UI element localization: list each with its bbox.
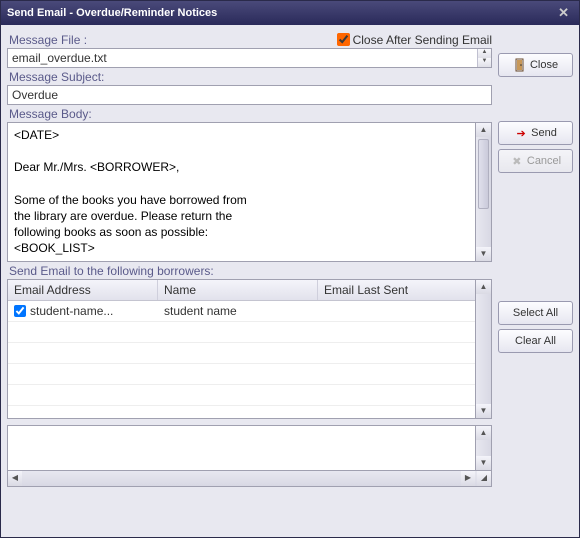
table-row (8, 385, 475, 406)
table-header: Email Address Name Email Last Sent (8, 280, 475, 301)
resize-grip-icon[interactable]: ◢ (477, 471, 491, 486)
close-after-checkbox[interactable] (337, 33, 350, 46)
scroll-down-icon[interactable]: ▼ (476, 404, 491, 418)
chevron-down-icon[interactable]: ▼ (478, 58, 491, 67)
window-title: Send Email - Overdue/Reminder Notices (7, 7, 217, 19)
message-subject-label: Message Subject: (7, 68, 492, 85)
scroll-up-icon[interactable]: ▲ (476, 280, 491, 294)
scroll-thumb[interactable] (478, 139, 489, 209)
status-scrollbar[interactable]: ▲ ▼ (476, 425, 492, 471)
message-file-combo[interactable]: ▲ ▼ (7, 48, 492, 68)
cancel-button[interactable]: ✖ Cancel (498, 149, 573, 173)
row-checkbox[interactable] (14, 305, 26, 317)
col-last[interactable]: Email Last Sent (318, 280, 475, 300)
titlebar: Send Email - Overdue/Reminder Notices ✕ (1, 1, 579, 25)
table-row (8, 364, 475, 385)
close-after-label: Close After Sending Email (353, 33, 492, 47)
scroll-left-icon[interactable]: ◀ (8, 471, 22, 486)
clear-all-button[interactable]: Clear All (498, 329, 573, 353)
spinner[interactable]: ▲ ▼ (477, 49, 491, 67)
status-box (7, 425, 476, 471)
message-body-textarea[interactable]: <DATE> Dear Mr./Mrs. <BORROWER>, Some of… (7, 122, 476, 262)
send-button[interactable]: ➔ Send (498, 121, 573, 145)
table-row (8, 406, 475, 418)
message-file-label: Message File : (7, 31, 87, 48)
message-subject-input[interactable] (7, 85, 492, 105)
col-name[interactable]: Name (158, 280, 318, 300)
row-name: student name (158, 301, 318, 321)
right-column: Close ➔ Send ✖ Cancel Select All Clear A… (498, 31, 573, 531)
scroll-down-icon[interactable]: ▼ (476, 247, 491, 261)
cancel-icon: ✖ (510, 154, 524, 168)
close-icon[interactable]: ✕ (554, 5, 573, 21)
row-last (318, 301, 475, 321)
arrow-right-icon: ➔ (514, 126, 528, 140)
table-body: student-name... student name (8, 301, 475, 418)
table-row[interactable]: student-name... student name (8, 301, 475, 322)
left-column: Message File : Close After Sending Email… (7, 31, 492, 531)
door-icon (513, 58, 527, 72)
scroll-right-icon[interactable]: ▶ (461, 471, 475, 486)
table-scrollbar[interactable]: ▲ ▼ (476, 279, 492, 419)
scroll-up-icon[interactable]: ▲ (476, 123, 491, 137)
chevron-up-icon[interactable]: ▲ (478, 49, 491, 58)
borrower-table: Email Address Name Email Last Sent stude… (7, 279, 476, 419)
table-row (8, 343, 475, 364)
message-body-label: Message Body: (7, 105, 492, 122)
send-to-label: Send Email to the following borrowers: (7, 262, 492, 279)
close-button[interactable]: Close (498, 53, 573, 77)
dialog-body: Message File : Close After Sending Email… (1, 25, 579, 537)
scroll-down-icon[interactable]: ▼ (476, 456, 491, 470)
window: Send Email - Overdue/Reminder Notices ✕ … (0, 0, 580, 538)
select-all-button[interactable]: Select All (498, 301, 573, 325)
table-row (8, 322, 475, 343)
vertical-scrollbar[interactable]: ▲ ▼ (476, 122, 492, 262)
message-file-input[interactable] (8, 49, 477, 67)
scroll-up-icon[interactable]: ▲ (476, 426, 491, 440)
col-email[interactable]: Email Address (8, 280, 158, 300)
row-email: student-name... (30, 304, 113, 318)
horizontal-scrollbar[interactable]: ◀ ▶ ◢ (7, 471, 492, 487)
